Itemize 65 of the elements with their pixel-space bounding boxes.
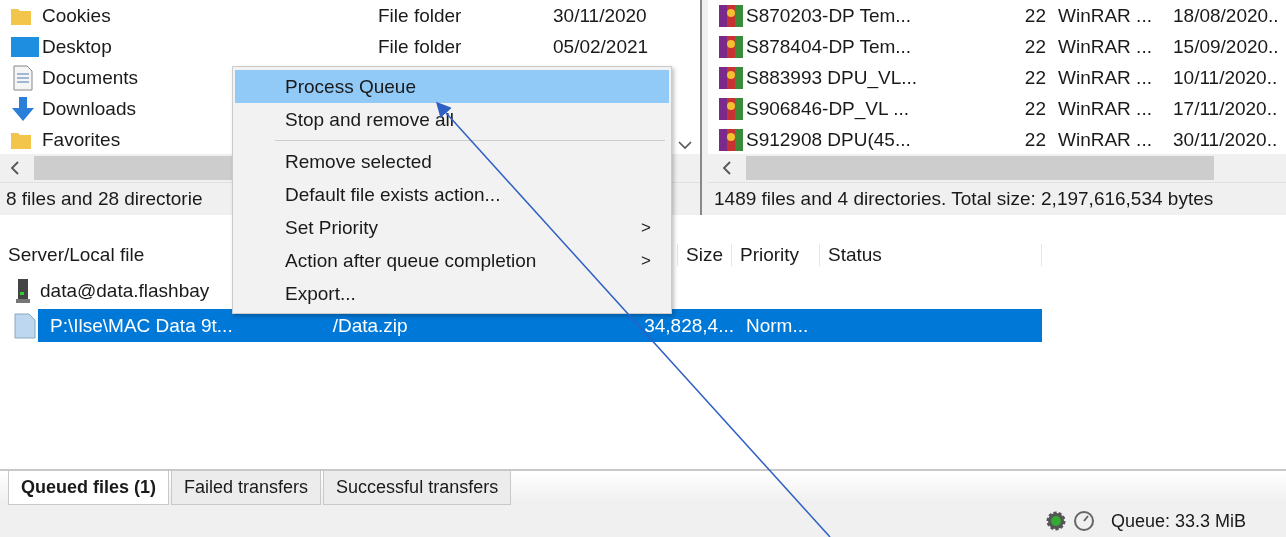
file-name: Downloads: [42, 97, 136, 120]
file-name: S906846-DP_VL ...: [746, 97, 910, 120]
file-type: File folder: [378, 4, 463, 27]
file-size: 22: [1023, 66, 1046, 89]
menu-item[interactable]: Process Queue: [235, 70, 669, 103]
file-type: File folder: [378, 35, 463, 58]
archive-icon: [718, 3, 744, 28]
file-type: WinRAR ...: [1058, 97, 1153, 120]
tab[interactable]: Successful transfers: [323, 471, 512, 505]
speedometer-icon: [1072, 510, 1095, 532]
file-date: 18/08/2020..: [1173, 4, 1280, 27]
column-header[interactable]: Status: [820, 244, 1042, 266]
file-size: 22: [1023, 35, 1046, 58]
desktop-icon: [10, 35, 40, 58]
server-icon: [16, 277, 30, 304]
chevron-left-icon[interactable]: [722, 161, 732, 175]
file-name: S870203-DP Tem...: [746, 4, 913, 27]
menu-item[interactable]: Remove selected: [235, 145, 669, 178]
tab[interactable]: Queued files (1): [8, 471, 170, 505]
file-date: 10/11/2020..: [1173, 66, 1279, 89]
file-name: Desktop: [42, 35, 112, 58]
scrollbar-thumb[interactable]: [746, 156, 1214, 180]
file-name: S883993 DPU_VL...: [746, 66, 919, 89]
remote-file: /Data.zip: [332, 314, 408, 337]
file-date: 30/11/2020: [553, 4, 648, 27]
file-name: Documents: [42, 66, 139, 89]
tab[interactable]: Failed transfers: [171, 471, 322, 505]
file-date: 30/11/2020..: [1173, 128, 1279, 151]
chevron-left-icon[interactable]: [10, 161, 20, 175]
queue-size: Queue: 33.3 MiB: [1110, 510, 1246, 532]
column-header[interactable]: Priority: [732, 244, 820, 266]
local-file: P:\Ilse\MAC Data 9t...: [50, 314, 233, 337]
pane-splitter[interactable]: [700, 0, 708, 215]
file-icon: [14, 312, 36, 339]
gear-icon: [1044, 510, 1067, 532]
menu-item[interactable]: Action after queue completion >: [235, 244, 669, 277]
file-type: WinRAR ...: [1058, 4, 1153, 27]
local-file: data@data.flashbay: [40, 279, 210, 302]
file-name: Cookies: [42, 4, 111, 27]
archive-icon: [718, 127, 744, 152]
file-type: WinRAR ...: [1058, 128, 1153, 151]
file-date: 05/02/2021: [553, 35, 650, 58]
file-size: 34,828,4...: [644, 314, 734, 337]
document-icon: [12, 64, 34, 91]
priority-text: Norm...: [746, 314, 810, 337]
file-size: 22: [1023, 97, 1046, 120]
file-name: S878404-DP Tem...: [746, 35, 913, 58]
file-size: 22: [1023, 4, 1046, 27]
file-type: WinRAR ...: [1058, 66, 1153, 89]
file-name: S912908 DPU(45...: [746, 128, 912, 151]
file-type: WinRAR ...: [1058, 35, 1153, 58]
chevron-down-icon: [678, 141, 692, 150]
selected-queue-row[interactable]: P:\Ilse\MAC Data 9t... /Data.zip 34,828,4... Norm...: [38, 309, 1042, 342]
archive-icon: [718, 65, 744, 90]
download-arrow-icon: [10, 95, 36, 122]
menu-item[interactable]: Export...: [235, 277, 669, 310]
menu-item[interactable]: Stop and remove all: [235, 103, 669, 136]
file-name: Favorites: [42, 128, 121, 151]
file-date: 17/11/2020..: [1173, 97, 1279, 120]
status-text: 1489 files and 4 directories. Total size: 2,197,616,534 bytes: [708, 182, 1286, 215]
archive-icon: [718, 34, 744, 59]
file-date: 15/09/2020..: [1173, 35, 1280, 58]
column-header[interactable]: Size: [678, 244, 732, 266]
archive-icon: [718, 96, 744, 121]
file-size: 22: [1023, 128, 1046, 151]
